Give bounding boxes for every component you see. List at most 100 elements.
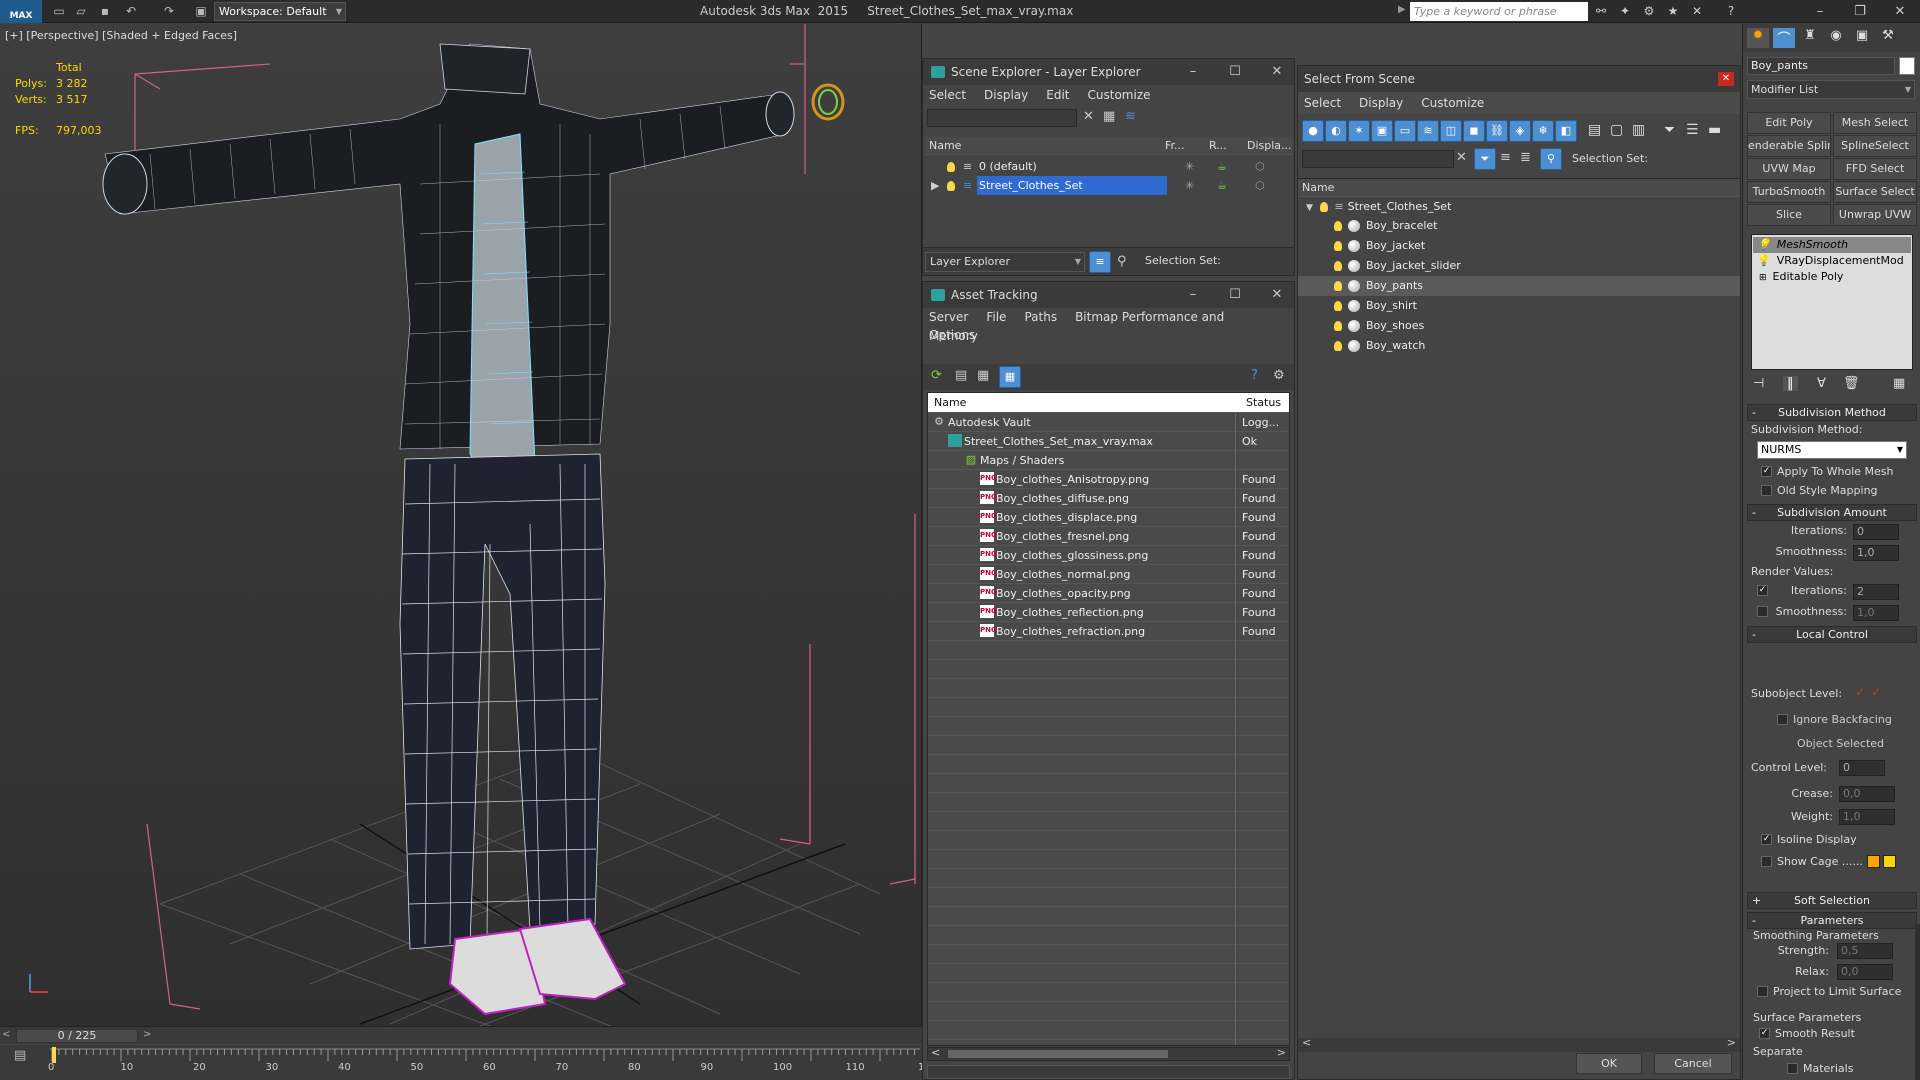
selection-set-icon[interactable]: ⚲: [1540, 148, 1562, 170]
clear-search-icon[interactable]: ✕: [1456, 150, 1467, 165]
app-logo[interactable]: MAX: [0, 0, 42, 23]
layer-row-street-clothes[interactable]: ▶ ≡ Street_Clothes_Set ✳ ☕ ⬡: [925, 176, 1293, 195]
light-bulb-icon[interactable]: [1334, 341, 1342, 351]
new-file-icon[interactable]: ▭: [50, 3, 68, 20]
display-options-icon[interactable]: ▬: [1708, 122, 1721, 138]
crease-spinner[interactable]: 0,0: [1839, 786, 1895, 802]
weight-spinner[interactable]: 1,0: [1839, 809, 1895, 825]
remove-modifier-icon[interactable]: 🗑: [1843, 376, 1860, 391]
teapot-icon[interactable]: ☕: [1217, 176, 1227, 195]
renderable-spline-button[interactable]: enderable Splin: [1747, 135, 1831, 157]
layer-stack-icon[interactable]: ≣: [1520, 150, 1531, 165]
render-smoothness-checkbox[interactable]: [1757, 606, 1768, 617]
expand-icon[interactable]: ⊞: [1759, 273, 1767, 283]
layer-filter-icon[interactable]: ▦: [1103, 109, 1115, 124]
scene-explorer-titlebar[interactable]: Scene Explorer - Layer Explorer – ☐ ✕: [923, 59, 1294, 85]
unwrap-uvw-button[interactable]: Unwrap UVW: [1833, 204, 1917, 226]
object-color-swatch[interactable]: [1899, 57, 1915, 75]
close-window-button[interactable]: ✕: [1880, 0, 1920, 23]
scene-object-row[interactable]: Boy_jacket_slider: [1298, 256, 1740, 276]
col-name[interactable]: Name: [934, 393, 966, 413]
render-iterations-checkbox[interactable]: ✓: [1757, 585, 1768, 596]
light-bulb-icon[interactable]: [1334, 321, 1342, 331]
ok-button[interactable]: OK: [1576, 1053, 1642, 1074]
configure-sets-icon[interactable]: ▦: [1893, 376, 1905, 391]
freeze-icon[interactable]: ✳: [1185, 176, 1194, 195]
open-file-icon[interactable]: ▱: [72, 3, 90, 20]
filter-warps-icon[interactable]: ≋: [1417, 120, 1439, 142]
hierarchy-icon[interactable]: ⚲: [1117, 254, 1127, 269]
viewport-label[interactable]: [+] [Perspective] [Shaded + Edged Faces]: [5, 29, 237, 42]
scene-object-row[interactable]: Boy_bracelet: [1298, 216, 1740, 236]
create-tab-icon[interactable]: ✹: [1747, 28, 1769, 48]
help-icon[interactable]: ?: [1251, 368, 1258, 383]
col-freeze[interactable]: Fr...: [1165, 137, 1185, 155]
menu-customize[interactable]: Customize: [1088, 88, 1151, 102]
materials-checkbox[interactable]: [1787, 1063, 1798, 1074]
track-bar-icon[interactable]: ▤: [14, 1048, 26, 1063]
maximize-button[interactable]: ☐: [1215, 282, 1255, 308]
project-limit-checkbox[interactable]: [1757, 986, 1768, 997]
maximize-button[interactable]: ☐: [1215, 59, 1255, 85]
select-all-icon[interactable]: ▤: [1588, 122, 1601, 138]
light-bulb-icon[interactable]: [1334, 261, 1342, 271]
command-panel-scrollbar[interactable]: [1915, 924, 1920, 1080]
frame-counter[interactable]: 0 / 225: [16, 1029, 138, 1043]
make-unique-icon[interactable]: ∀: [1817, 376, 1826, 391]
settings-icon[interactable]: ⚙: [1273, 368, 1285, 383]
layer-options-icon[interactable]: ≋: [1125, 109, 1136, 124]
ignore-backfacing-checkbox[interactable]: [1777, 714, 1788, 725]
filter-frozen-icon[interactable]: ❄: [1532, 120, 1554, 142]
cancel-button[interactable]: Cancel: [1654, 1053, 1732, 1074]
surface-select-button[interactable]: Surface Select: [1833, 181, 1917, 203]
modify-tab-icon[interactable]: ⌒: [1773, 28, 1795, 48]
save-file-icon[interactable]: ▪: [96, 3, 114, 20]
next-frame-icon[interactable]: >: [143, 1029, 151, 1040]
select-none-icon[interactable]: ▢: [1610, 122, 1623, 138]
menu-select[interactable]: Select: [929, 88, 966, 102]
motion-tab-icon[interactable]: ◉: [1825, 28, 1847, 48]
edit-poly-button[interactable]: Edit Poly: [1747, 112, 1831, 134]
scroll-left-icon[interactable]: <: [931, 1046, 940, 1059]
filter-shapes-icon[interactable]: ◐: [1325, 120, 1347, 142]
rollout-parameters[interactable]: - Parameters: [1747, 912, 1917, 929]
project-folder-icon[interactable]: ▣: [192, 3, 210, 20]
turbosmooth-button[interactable]: TurboSmooth: [1747, 181, 1831, 203]
stack-item-meshsmooth[interactable]: 💡 MeshSmooth: [1753, 237, 1911, 253]
freeze-icon[interactable]: ✳: [1185, 157, 1194, 176]
smooth-result-checkbox[interactable]: ✓: [1759, 1028, 1770, 1039]
filter-active-icon[interactable]: ⏷: [1474, 148, 1496, 170]
scene-object-row[interactable]: Boy_pants: [1298, 276, 1740, 296]
filter-cameras-icon[interactable]: ▣: [1371, 120, 1393, 142]
show-cage-checkbox[interactable]: [1761, 856, 1772, 867]
light-bulb-icon[interactable]: [1334, 241, 1342, 251]
layer-filter-icon[interactable]: ≡: [1500, 150, 1511, 165]
iterations-spinner[interactable]: 0: [1853, 524, 1899, 540]
select-from-scene-titlebar[interactable]: Select From Scene ✕: [1298, 66, 1740, 92]
exchange-icon[interactable]: ⚙: [1640, 3, 1658, 20]
scene-object-tree[interactable]: Name ▼ ≡ Street_Clothes_Set Boy_bracelet B…: [1298, 178, 1740, 1038]
control-level-spinner[interactable]: 0: [1839, 760, 1885, 776]
col-status[interactable]: Status: [1246, 393, 1281, 413]
filter-bones-icon[interactable]: ⛓: [1486, 120, 1508, 142]
scene-object-row[interactable]: Boy_watch: [1298, 336, 1740, 356]
stack-item-vraydisplacement[interactable]: 💡 VRayDisplacementMod: [1753, 253, 1911, 269]
light-bulb-icon[interactable]: [947, 181, 955, 191]
teapot-icon[interactable]: ☕: [1217, 157, 1227, 176]
uvw-map-button[interactable]: UVW Map: [1747, 158, 1831, 180]
scene-search-input[interactable]: [1302, 150, 1454, 168]
edge-level-icon[interactable]: ✓: [1871, 685, 1881, 699]
minimize-button[interactable]: –: [1800, 0, 1840, 23]
col-render[interactable]: R...: [1209, 137, 1227, 155]
asset-path-field[interactable]: [927, 1065, 1290, 1079]
minimize-button[interactable]: –: [1173, 59, 1213, 85]
smoothness-spinner[interactable]: 1,0: [1853, 545, 1899, 561]
scene-object-row[interactable]: Boy_shoes: [1298, 316, 1740, 336]
filter-groups-icon[interactable]: ◫: [1440, 120, 1462, 142]
utilities-tab-icon[interactable]: ⚒: [1877, 28, 1899, 48]
rollout-soft-selection[interactable]: + Soft Selection: [1747, 892, 1917, 909]
display-box-icon[interactable]: ⬡: [1255, 176, 1265, 195]
light-bulb-icon[interactable]: [1320, 202, 1329, 212]
render-iterations-spinner[interactable]: 2: [1853, 584, 1899, 600]
cage-selection-color-swatch[interactable]: [1883, 855, 1896, 868]
